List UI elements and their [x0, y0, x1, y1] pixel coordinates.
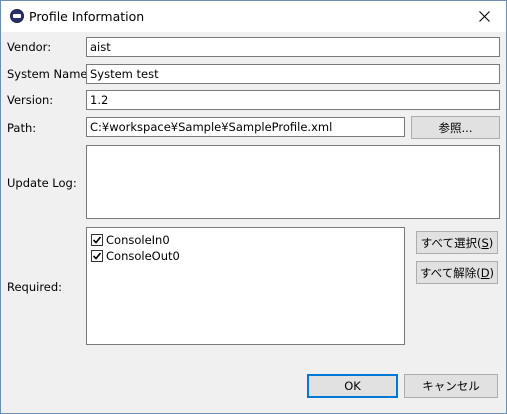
close-button[interactable]: [462, 1, 506, 32]
checkbox-consoleout0[interactable]: [91, 250, 103, 262]
select-all-label-suffix: ): [488, 235, 494, 250]
app-icon: [10, 9, 24, 23]
version-field[interactable]: 1.2: [86, 90, 500, 110]
deselect-all-label-suffix: ): [489, 265, 495, 280]
cancel-button[interactable]: キャンセル: [404, 374, 498, 398]
list-item[interactable]: ConsoleIn0: [91, 232, 170, 248]
update-log-textarea[interactable]: [86, 145, 500, 219]
update-log-label: Update Log:: [7, 176, 77, 190]
deselect-all-button[interactable]: すべて解除(D): [416, 261, 498, 284]
title-bar: Profile Information: [1, 1, 506, 32]
ok-button[interactable]: OK: [307, 374, 398, 398]
list-item-label: ConsoleOut0: [106, 249, 180, 263]
dialog-title: Profile Information: [29, 9, 145, 24]
select-all-button[interactable]: すべて選択(S): [416, 231, 498, 254]
vendor-label: Vendor:: [7, 40, 52, 54]
path-label: Path:: [7, 121, 37, 135]
checkmark-icon: [92, 252, 102, 260]
required-list: ConsoleIn0 ConsoleOut0: [86, 227, 405, 345]
select-all-label-prefix: すべて選択(: [420, 235, 482, 250]
path-field[interactable]: C:¥workspace¥Sample¥SampleProfile.xml: [86, 117, 405, 137]
checkmark-icon: [92, 236, 102, 244]
list-item[interactable]: ConsoleOut0: [91, 248, 180, 264]
required-label: Required:: [7, 280, 63, 294]
system-name-field[interactable]: System test: [86, 64, 500, 84]
select-all-mnemonic: S: [481, 235, 489, 250]
browse-button[interactable]: 参照...: [411, 116, 500, 139]
close-icon: [478, 11, 490, 22]
checkbox-consolein0[interactable]: [91, 234, 103, 246]
system-name-label: System Name:: [7, 67, 92, 81]
deselect-all-label-prefix: すべて解除(: [419, 265, 481, 280]
deselect-all-mnemonic: D: [480, 265, 490, 280]
list-item-label: ConsoleIn0: [106, 233, 170, 247]
vendor-field[interactable]: aist: [86, 37, 500, 57]
version-label: Version:: [7, 93, 54, 107]
profile-information-dialog: Profile Information Vendor: aist System …: [0, 0, 507, 414]
